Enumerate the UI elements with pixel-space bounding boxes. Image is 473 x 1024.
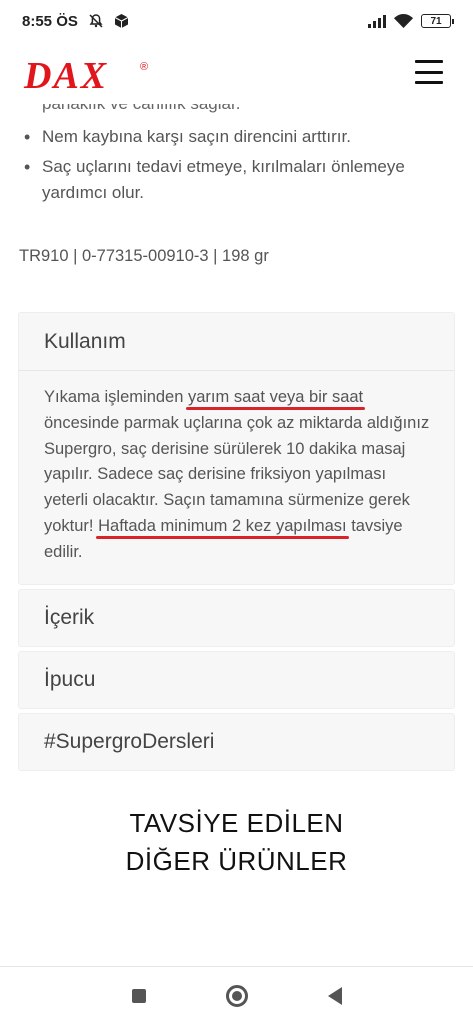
package-icon <box>114 14 129 28</box>
list-item: Saç uçlarını tedavi etmeye, kırılmaları … <box>20 154 455 206</box>
usage-highlight-text: yarım saat veya bir saat <box>187 388 364 406</box>
wifi-icon <box>394 14 413 28</box>
signal-icon <box>368 14 386 28</box>
product-accordion: Kullanım Yıkama işleminden yarım saat ve… <box>18 312 455 771</box>
accordion-tip[interactable]: İpucu <box>18 650 455 709</box>
usage-highlight-1: yarım saat veya bir saat <box>188 388 363 406</box>
svg-text:®: ® <box>140 61 148 73</box>
svg-text:DAX: DAX <box>23 55 108 96</box>
accordion-ingredients-title[interactable]: İçerik <box>19 590 454 646</box>
home-icon[interactable] <box>225 984 248 1007</box>
accordion-usage-title[interactable]: Kullanım <box>19 313 454 371</box>
back-icon[interactable] <box>327 986 342 1005</box>
usage-highlight-text: Haftada minimum 2 kez yapılması <box>98 516 347 535</box>
hamburger-icon[interactable] <box>415 60 443 84</box>
menu-line <box>415 60 443 63</box>
accordion-lessons[interactable]: #SupergroDersleri <box>18 712 455 771</box>
product-content: parlaklık ve canlılık sağlar. Nem kaybın… <box>0 104 473 966</box>
recommend-line: TAVSİYE EDİLEN <box>129 808 344 838</box>
accordion-lessons-title[interactable]: #SupergroDersleri <box>19 714 454 770</box>
cut-off-text: parlaklık ve canlılık sağlar. <box>42 104 240 114</box>
bell-off-icon <box>89 14 103 28</box>
recent-apps-icon[interactable] <box>131 988 146 1003</box>
system-nav-bar <box>0 966 473 1024</box>
battery-indicator: 71 <box>421 14 454 28</box>
dax-logo[interactable]: DAX ® <box>22 52 162 96</box>
menu-line <box>415 81 443 84</box>
site-header: DAX ® <box>0 42 473 104</box>
accordion-usage-body: Yıkama işleminden yarım saat veya bir sa… <box>19 371 454 584</box>
product-sku: TR910 | 0-77315-00910-3 | 198 gr <box>19 247 269 265</box>
recommend-line: DİĞER ÜRÜNLER <box>125 846 348 876</box>
battery-level: 71 <box>430 15 442 27</box>
list-item: Nem kaybına karşı saçın direncini arttır… <box>20 124 455 150</box>
highlight-underline <box>96 535 349 539</box>
status-right: 71 <box>368 14 454 28</box>
usage-highlight-2: Haftada minimum 2 kez yapılması <box>98 517 347 535</box>
clock: 8:55 ÖS <box>22 12 78 30</box>
usage-text: Yıkama işleminden <box>44 388 188 406</box>
menu-line <box>415 70 443 74</box>
highlight-underline <box>185 407 366 410</box>
feature-list: Nem kaybına karşı saçın direncini arttır… <box>20 124 455 210</box>
accordion-ingredients[interactable]: İçerik <box>18 588 455 647</box>
recommended-products-heading: TAVSİYE EDİLEN DİĞER ÜRÜNLER <box>0 804 473 880</box>
accordion-tip-title[interactable]: İpucu <box>19 652 454 708</box>
status-bar: 8:55 ÖS 71 <box>0 0 473 42</box>
status-left: 8:55 ÖS <box>22 13 129 30</box>
accordion-usage: Kullanım Yıkama işleminden yarım saat ve… <box>18 312 455 585</box>
